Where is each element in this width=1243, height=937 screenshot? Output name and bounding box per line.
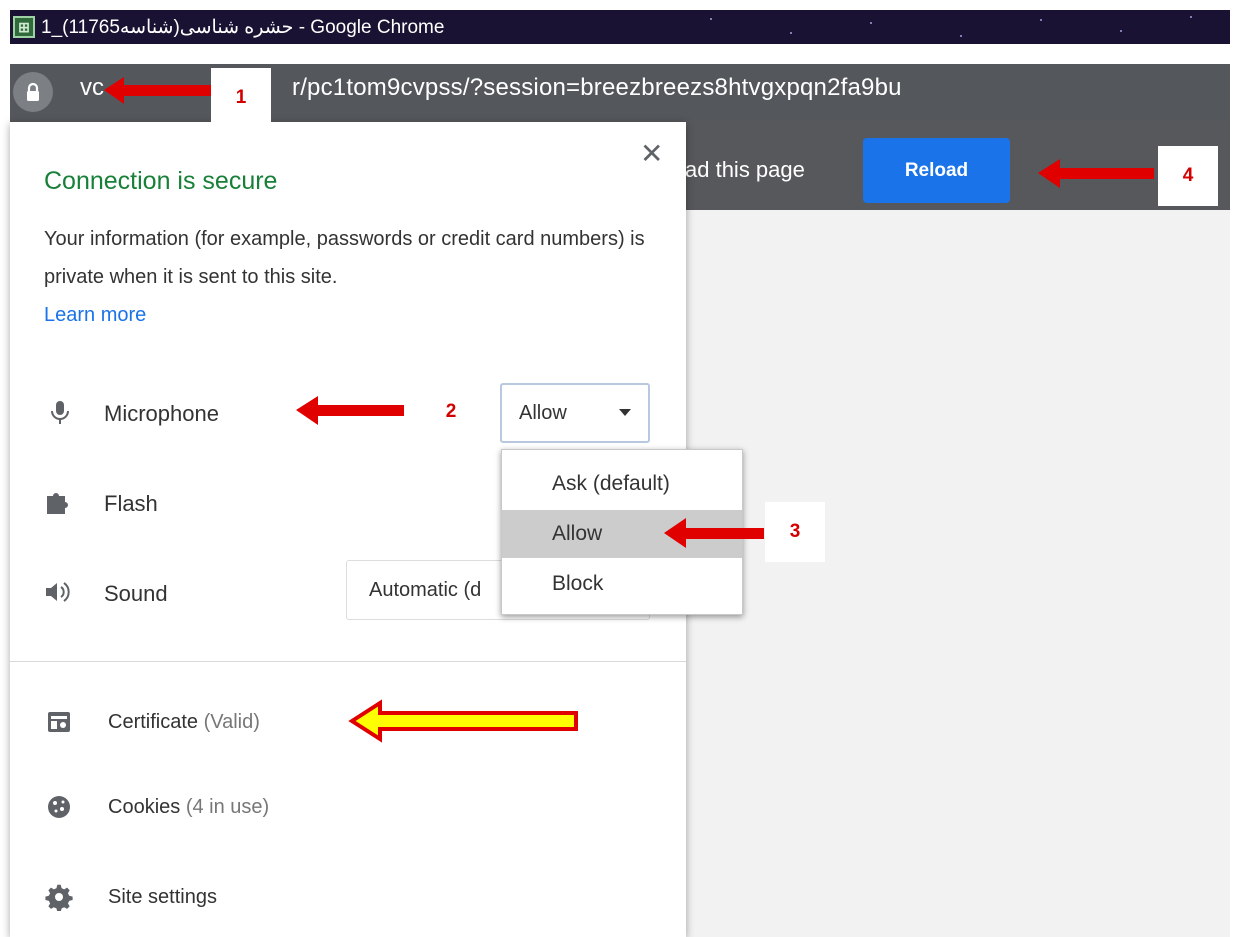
annotation-arrow-4 <box>1038 159 1154 188</box>
callout-2: 2 <box>421 382 481 442</box>
annotation-arrow-3 <box>664 518 764 548</box>
annotation-overlay <box>104 77 1154 743</box>
window-title: حشره شناسی(شناسه11765)_1 - Google Chrome <box>41 16 445 38</box>
callout-4: 4 <box>1158 146 1218 206</box>
callout-1: 1 <box>211 68 271 128</box>
annotation-arrow-2 <box>296 396 404 425</box>
annotation-highlight-arrow <box>348 699 578 743</box>
callout-3: 3 <box>765 502 825 562</box>
annotation-arrow-1 <box>104 77 216 104</box>
